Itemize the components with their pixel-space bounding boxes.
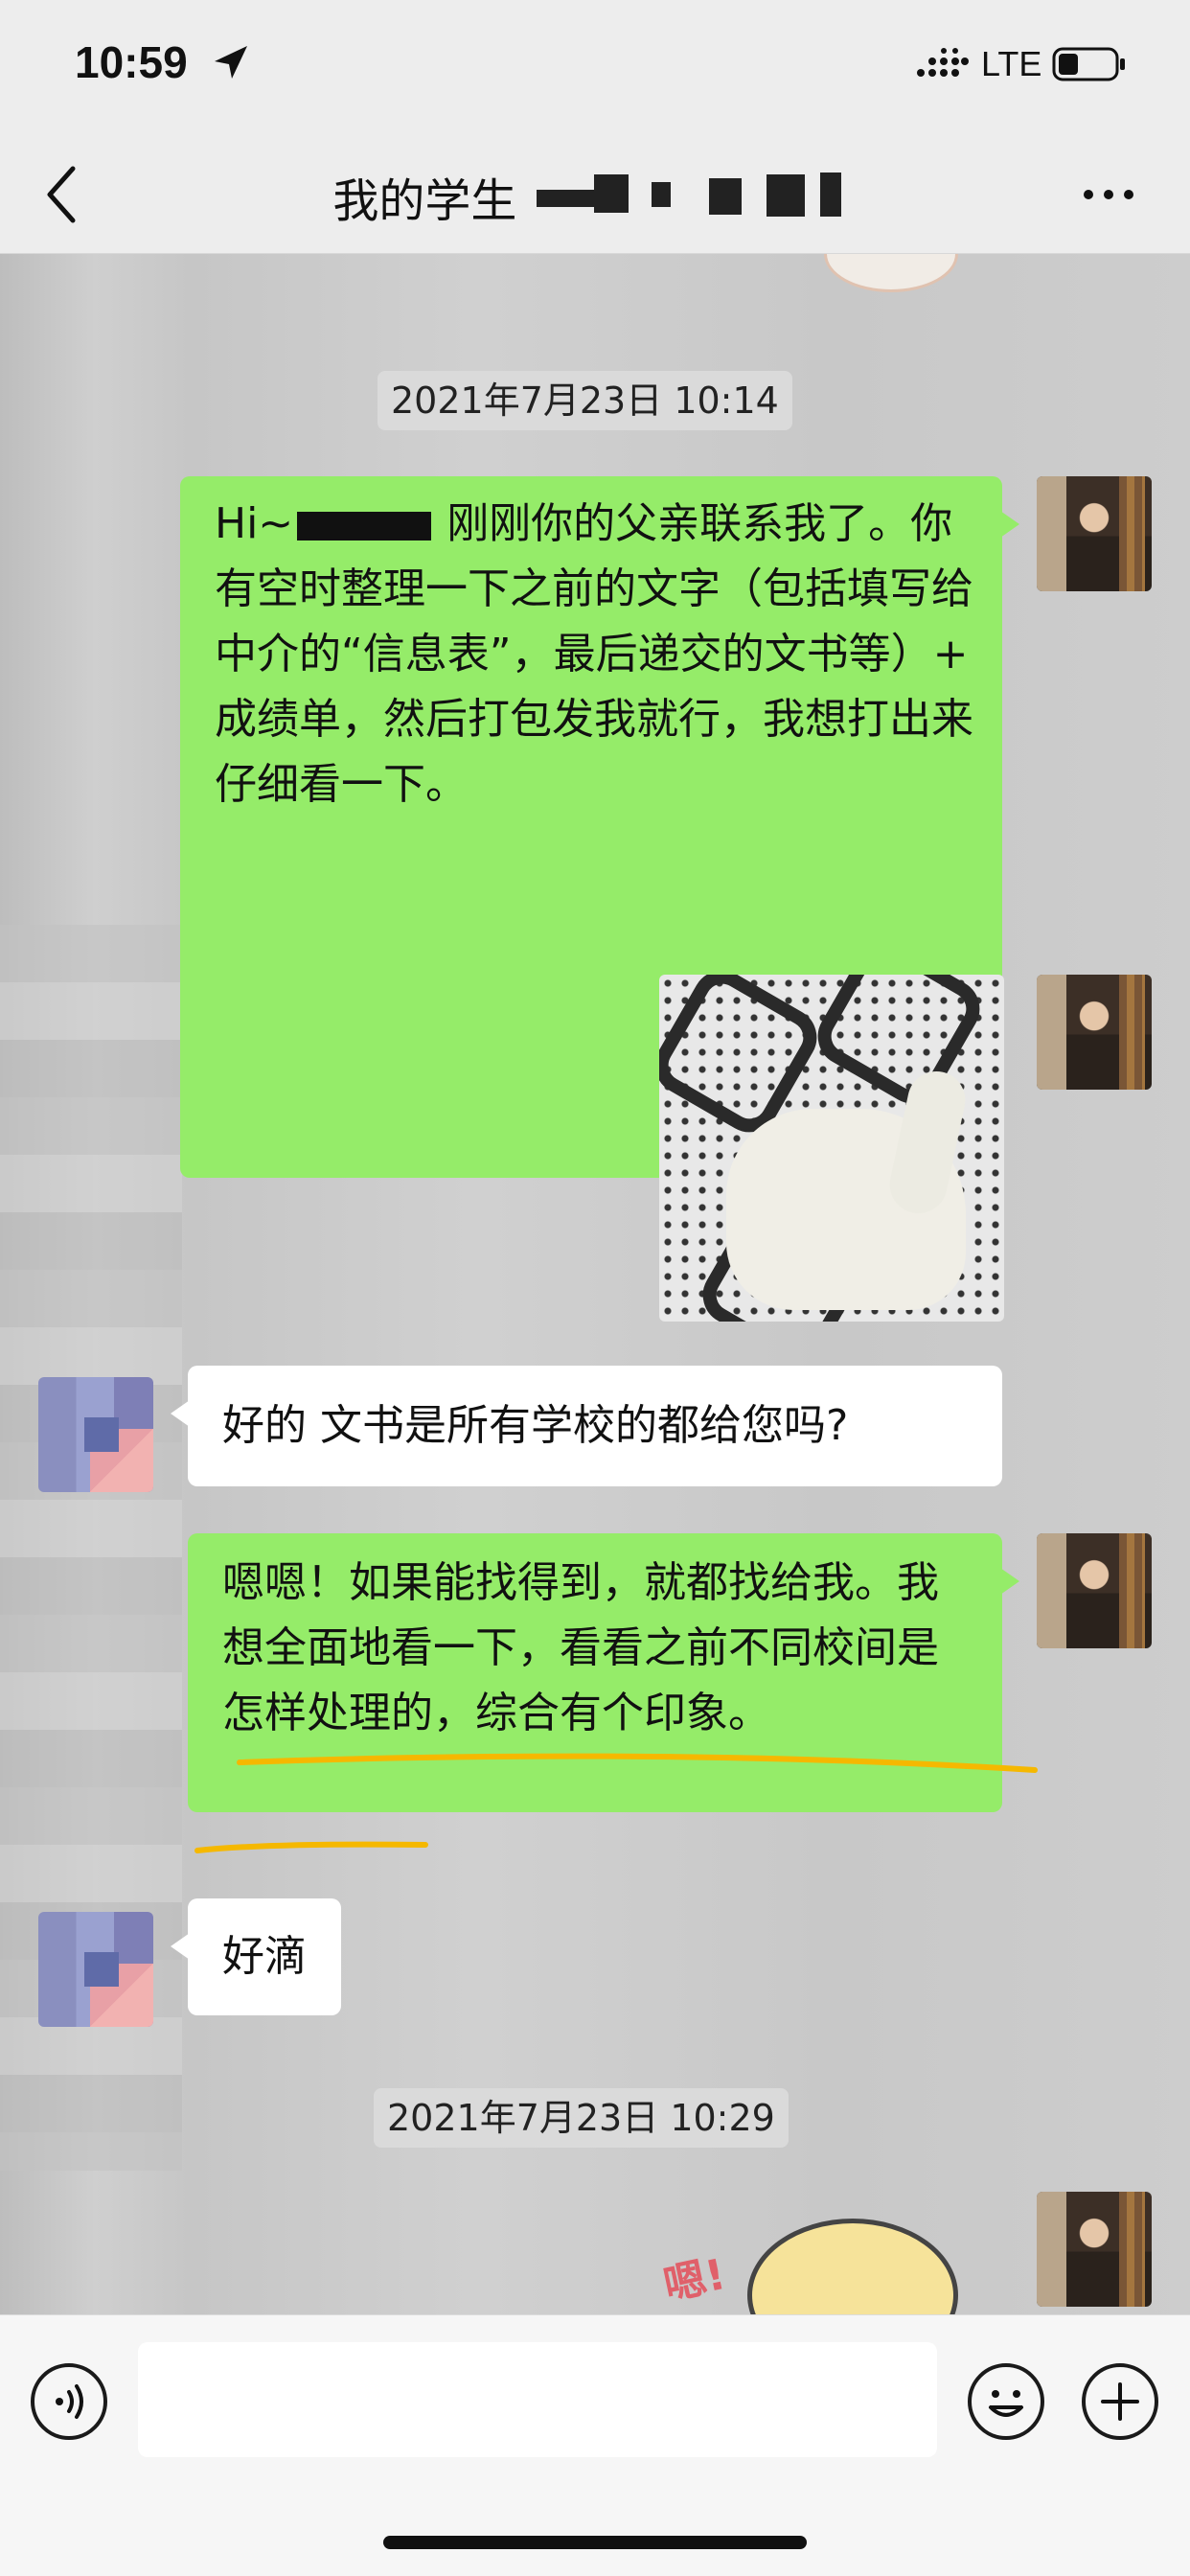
timestamp: 2021年7月23日 10:29 bbox=[374, 2088, 789, 2148]
location-arrow-icon bbox=[215, 46, 247, 79]
greeting-prefix: Hi~ bbox=[215, 499, 294, 548]
avatar[interactable] bbox=[1037, 975, 1152, 1090]
title-redaction bbox=[709, 178, 742, 215]
avatar[interactable] bbox=[1037, 476, 1152, 591]
chat-header: 我的学生 bbox=[0, 134, 1190, 254]
sticker-text: 嗯! bbox=[659, 2249, 730, 2312]
name-redaction bbox=[297, 512, 432, 540]
emoji-button[interactable] bbox=[968, 2363, 1044, 2440]
signal-icon bbox=[917, 48, 969, 77]
highlight-underline bbox=[195, 1753, 1038, 1853]
voice-button[interactable] bbox=[31, 2363, 107, 2440]
sticker-message[interactable] bbox=[747, 2219, 958, 2314]
title-redaction bbox=[594, 174, 629, 213]
avatar[interactable] bbox=[1037, 1533, 1152, 1648]
timestamp: 2021年7月23日 10:14 bbox=[378, 371, 792, 430]
more-icon[interactable] bbox=[1081, 187, 1136, 202]
network-label: LTE bbox=[981, 44, 1042, 83]
avatar[interactable] bbox=[1037, 2192, 1152, 2307]
status-bar: 10:59 LTE bbox=[0, 0, 1190, 134]
avatar-pixel bbox=[84, 1952, 119, 1987]
message-bubble-incoming[interactable]: 好的 文书是所有学校的都给您吗? bbox=[171, 1366, 1002, 1486]
home-indicator[interactable] bbox=[383, 2536, 807, 2549]
message-text: 嗯嗯！如果能找得到，就都找给我。我想全面地看一下，看看之前不同校间是怎样处理的，… bbox=[222, 1558, 939, 1737]
message-text: 好的 文书是所有学校的都给您吗? bbox=[222, 1401, 849, 1450]
message-1-content: Hi~ 刚刚你的父亲联系我了。你有空时整理一下之前的文字（包括填写给中介的“信息表… bbox=[215, 492, 981, 817]
avatar-pixel bbox=[84, 1417, 119, 1452]
message-input[interactable] bbox=[138, 2342, 937, 2457]
battery-icon bbox=[1052, 47, 1125, 81]
title-redaction bbox=[767, 174, 805, 217]
avatar[interactable] bbox=[38, 1912, 153, 2027]
message-text: 刚刚你的父亲联系我了。你有空时整理一下之前的文字（包括填写给中介的“信息表”，最… bbox=[215, 499, 973, 809]
message-bubble-incoming[interactable]: 好滴 bbox=[171, 1898, 341, 2015]
title-redaction bbox=[537, 190, 594, 207]
image-message[interactable] bbox=[659, 975, 1004, 1322]
message-text: 好滴 bbox=[222, 1932, 307, 1981]
plus-button[interactable] bbox=[1082, 2363, 1158, 2440]
avatar[interactable] bbox=[38, 1377, 153, 1492]
plus-icon bbox=[1101, 2382, 1139, 2421]
timestamp-text: 2021年7月23日 10:29 bbox=[387, 2097, 775, 2139]
chat-title-text: 我的学生 bbox=[332, 174, 517, 228]
timestamp-text: 2021年7月23日 10:14 bbox=[391, 380, 779, 422]
sticker-fragment bbox=[824, 254, 958, 292]
emoji-icon bbox=[989, 2390, 1023, 2417]
title-redaction bbox=[652, 182, 671, 207]
voice-icon bbox=[56, 2384, 83, 2419]
status-time: 10:59 bbox=[75, 37, 188, 87]
title-redaction bbox=[820, 172, 841, 217]
